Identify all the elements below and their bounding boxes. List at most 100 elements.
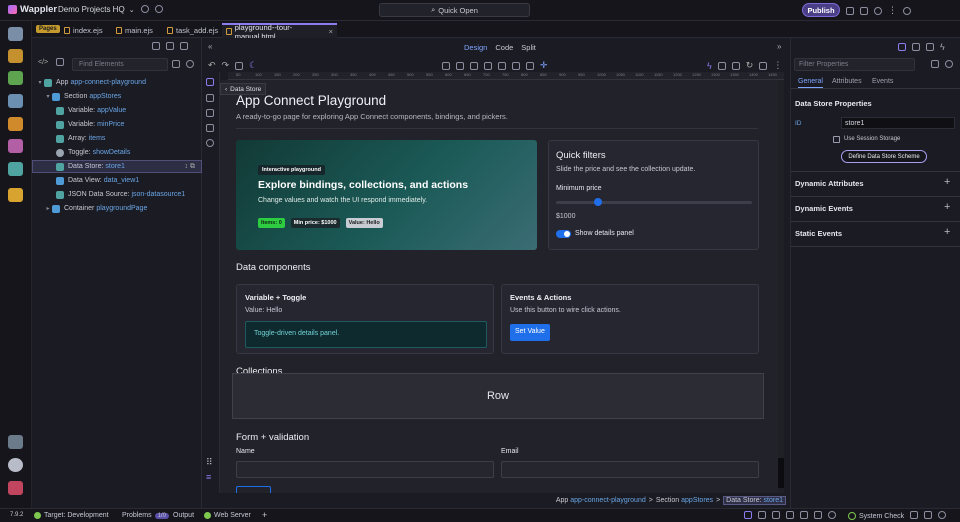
set-value-button[interactable]: Set Value [510, 324, 550, 341]
undo-icon[interactable]: ↶ [208, 60, 216, 71]
tree-item-section[interactable]: ▾ Section appStores [32, 90, 202, 103]
tablet-icon[interactable] [470, 61, 478, 70]
external-icon[interactable] [759, 61, 768, 70]
chat-icon[interactable] [814, 511, 822, 519]
design-mode-button[interactable]: Design [464, 43, 487, 52]
help-icon[interactable] [186, 60, 194, 68]
add-static-event-icon[interactable]: + [944, 226, 950, 238]
eye-icon[interactable] [206, 139, 214, 149]
database-icon[interactable] [8, 94, 23, 108]
bolt-icon[interactable]: ϟ [940, 42, 945, 52]
layers-icon[interactable] [8, 162, 23, 176]
apps-grid-icon[interactable]: ⠿ [206, 457, 213, 468]
id-input[interactable]: store1 [841, 117, 955, 129]
drop-icon[interactable] [874, 6, 882, 15]
pages-icon[interactable] [8, 27, 23, 41]
tab-playground[interactable]: playground--tour-manual.html × [222, 23, 337, 41]
tab-general[interactable]: General [798, 78, 823, 88]
print-icon[interactable] [152, 42, 160, 50]
code-mode-button[interactable]: Code [495, 43, 513, 52]
dynamic-events-section[interactable]: Dynamic Events [795, 204, 853, 213]
form-heading[interactable]: Form + validation [236, 432, 309, 443]
stack-icon[interactable] [926, 43, 934, 51]
tree-item-json-datasource[interactable]: JSON Data Source: json-datasource1 [32, 188, 202, 201]
panel-toggle-icon[interactable]: ≡ [206, 472, 211, 482]
data-components-heading[interactable]: Data components [236, 262, 310, 273]
price-slider-thumb[interactable] [593, 198, 602, 206]
brush-icon[interactable] [206, 109, 214, 119]
add-dynamic-event-icon[interactable]: + [944, 201, 950, 213]
wide-monitor-icon[interactable] [526, 61, 534, 70]
cloud-icon[interactable] [155, 5, 163, 13]
gear-icon[interactable] [8, 458, 23, 472]
notification-icon[interactable] [938, 511, 946, 519]
events-actions-card[interactable]: Events & Actions Use this button to wire… [501, 284, 759, 354]
tree-item-toggle[interactable]: Toggle: showDetails [32, 146, 202, 159]
name-input[interactable] [236, 461, 494, 478]
tree-item-data-view[interactable]: Data View: data_view1 [32, 174, 202, 187]
bolt-icon[interactable]: ϟ [707, 61, 712, 71]
project-selector[interactable]: Demo Projects HQ ⌄ [58, 5, 135, 14]
publish-button[interactable]: Publish [802, 3, 840, 17]
grid-icon[interactable] [166, 42, 174, 50]
server-connect-icon[interactable] [8, 49, 23, 63]
thumbs-up-icon[interactable] [786, 511, 794, 519]
filter-properties-input[interactable]: Filter Properties [794, 58, 915, 71]
page-subtitle[interactable]: A ready-to-go page for exploring App Con… [236, 112, 508, 121]
target-selector[interactable]: Target: Development [34, 512, 109, 519]
close-icon[interactable]: × [329, 27, 333, 36]
element-tag[interactable]: ‹ Data Store [220, 83, 267, 95]
panels-icon[interactable] [860, 6, 868, 15]
workflows-icon[interactable] [8, 71, 23, 85]
breadcrumb-current[interactable]: Data Store: store1 [723, 496, 786, 505]
move-icon[interactable]: ↕ ⧉ [185, 163, 195, 171]
laptop-icon[interactable] [484, 61, 492, 70]
text-icon[interactable] [206, 94, 214, 104]
filter-icon[interactable] [56, 58, 64, 68]
price-slider-track[interactable] [556, 201, 752, 204]
edit-icon[interactable] [206, 78, 214, 88]
tree-item-container[interactable]: ▸ Container playgroundPage [32, 202, 202, 215]
split-icon[interactable] [772, 511, 780, 519]
define-scheme-button[interactable]: Define Data Store Scheme [841, 150, 927, 163]
add-icon[interactable] [931, 60, 939, 68]
tablet-landscape-icon[interactable] [456, 61, 464, 70]
tab-task-add[interactable]: task_add.ejs [163, 23, 222, 38]
extensions-icon[interactable] [8, 435, 23, 449]
layout-icon[interactable] [846, 6, 854, 15]
variable-toggle-card[interactable]: Variable + Toggle Value: Hello Toggle-dr… [236, 284, 494, 354]
desktop-icon[interactable] [498, 61, 506, 70]
tab-index[interactable]: index.ejs [60, 23, 107, 38]
canvas-scrollbar-thumb[interactable] [778, 458, 784, 488]
redo-icon[interactable]: ↷ [222, 60, 230, 71]
settings-icon[interactable] [141, 5, 149, 13]
monitor-icon[interactable] [512, 61, 520, 70]
quick-open-button[interactable]: ⌕ Quick Open [379, 3, 530, 17]
refresh-icon[interactable]: ↻ [746, 60, 754, 71]
add-dynamic-attribute-icon[interactable]: + [944, 176, 950, 188]
breadcrumb-app[interactable]: App app-connect-playground [556, 497, 646, 504]
page-title[interactable]: App Connect Playground [236, 93, 386, 108]
add-component-icon[interactable] [172, 60, 180, 68]
system-check-button[interactable]: System Check [848, 512, 904, 520]
design-icon[interactable] [8, 139, 23, 153]
pages-badge[interactable]: Pages [36, 25, 60, 33]
help-icon[interactable] [903, 6, 911, 15]
session-storage-checkbox[interactable] [833, 136, 840, 143]
email-input[interactable] [501, 461, 759, 478]
code-toggle-icon[interactable]: </> [38, 59, 48, 66]
dynamic-attributes-section[interactable]: Dynamic Attributes [795, 179, 864, 188]
breadcrumb-section[interactable]: Section appStores [656, 497, 713, 504]
quick-filters-card[interactable]: Quick filters Slide the price and see th… [548, 140, 759, 250]
output-button[interactable]: Output [173, 512, 194, 519]
profile-icon[interactable] [8, 481, 23, 495]
tree-item-array[interactable]: Array: items [32, 132, 202, 145]
collapse-left-icon[interactable]: « [208, 42, 212, 51]
crosshair-icon[interactable]: ✛ [540, 60, 548, 71]
edit-properties-icon[interactable] [898, 43, 906, 51]
layout-icon[interactable] [744, 511, 752, 519]
mobile-icon[interactable] [442, 61, 450, 70]
tab-events[interactable]: Events [872, 78, 893, 85]
ai-assistant-icon[interactable] [8, 188, 23, 202]
tree-item-app[interactable]: ▾ App app-connect-playground [32, 76, 202, 89]
